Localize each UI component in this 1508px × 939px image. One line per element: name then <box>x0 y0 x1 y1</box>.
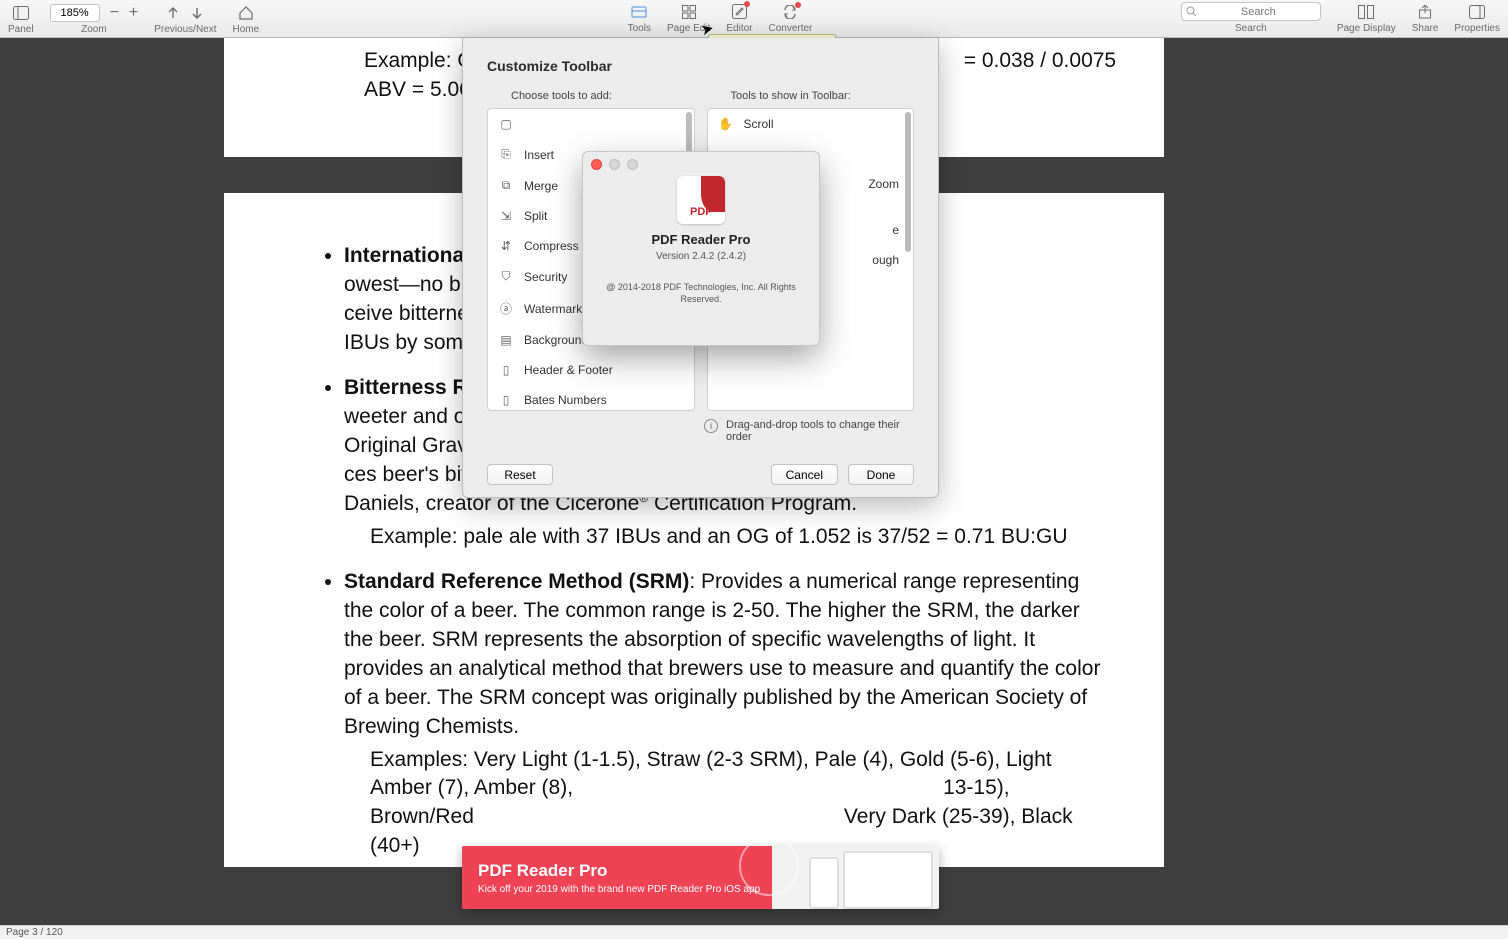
search-input[interactable] <box>1201 6 1316 18</box>
promo-decor <box>739 836 799 896</box>
promo-title: PDF Reader Pro <box>478 861 760 881</box>
properties-label: Properties <box>1454 23 1500 34</box>
zoom-label: Zoom <box>81 24 107 35</box>
converter-group[interactable]: Converter <box>760 2 820 36</box>
share-group[interactable]: Share <box>1404 2 1447 36</box>
zoom-in-button[interactable]: + <box>129 4 138 22</box>
panel-group[interactable]: Panel <box>0 0 42 37</box>
home-label: Home <box>233 24 260 35</box>
reset-button[interactable]: Reset <box>487 464 553 485</box>
tools-group[interactable]: Tools <box>620 2 659 36</box>
list-item[interactable]: ✋Scroll <box>708 109 914 139</box>
home-group[interactable]: Home <box>225 0 268 37</box>
promo-banner[interactable]: PDF Reader Pro Kick off your 2019 with t… <box>462 846 939 909</box>
dialog-title: Customize Toolbar <box>487 58 938 74</box>
page-indicator: Page 3 / 120 <box>6 927 63 938</box>
properties-group[interactable]: Properties <box>1446 2 1508 36</box>
converter-label: Converter <box>768 23 812 34</box>
page-display-label: Page Display <box>1337 23 1396 34</box>
converter-icon <box>782 5 798 19</box>
main-toolbar: Panel − + Zoom Previous/Next Home Tools … <box>0 0 1508 38</box>
panel-icon <box>13 6 29 20</box>
zoom-input[interactable] <box>50 4 100 22</box>
list-item: Standard Reference Method (SRM): Provide… <box>344 568 1104 862</box>
show-label: Tools to show in Toolbar: <box>731 90 851 102</box>
tablet-mockup-icon <box>843 851 933 909</box>
promo-mockups <box>809 851 933 909</box>
search-icon <box>1186 6 1197 17</box>
share-label: Share <box>1412 23 1439 34</box>
zoom-group: − + Zoom <box>42 0 147 37</box>
bates-icon: ▯ <box>498 393 514 407</box>
share-icon <box>1418 5 1432 19</box>
choose-label: Choose tools to add: <box>511 90 612 102</box>
example-text: Examples: Very Light (1-1.5), Straw (2-3… <box>370 746 1104 862</box>
search-group: Search <box>1173 2 1329 36</box>
list-item[interactable]: ▢ <box>488 109 694 139</box>
promo-text: PDF Reader Pro Kick off your 2019 with t… <box>478 861 760 895</box>
minimize-icon <box>609 159 620 170</box>
tool-icon: ▢ <box>498 117 514 131</box>
app-logo: PDF <box>677 176 725 224</box>
page-display-icon <box>1358 5 1374 19</box>
editor-label: Editor <box>726 23 752 34</box>
editor-group[interactable]: Editor <box>718 2 760 36</box>
copyright: @ 2014-2018 PDF Technologies, Inc. All R… <box>583 282 819 305</box>
previous-icon[interactable] <box>166 6 180 20</box>
promo-sub: Kick off your 2019 with the brand new PD… <box>478 884 760 895</box>
status-bar: Page 3 / 120 <box>0 925 1508 939</box>
hint-text: i Drag-and-drop tools to change their or… <box>704 419 914 443</box>
tools-label: Tools <box>628 23 651 34</box>
page-display-group[interactable]: Page Display <box>1329 2 1404 36</box>
logo-text: PDF <box>677 206 725 218</box>
zoom-window-icon <box>627 159 638 170</box>
done-button[interactable]: Done <box>848 464 914 485</box>
phone-mockup-icon <box>809 857 839 909</box>
editor-icon <box>732 4 747 19</box>
list-item[interactable]: ▯Bates Numbers <box>488 385 694 410</box>
prev-next-label: Previous/Next <box>154 24 216 35</box>
watermark-icon: ⓐ <box>498 300 514 317</box>
tools-icon <box>631 6 647 18</box>
about-dialog: PDF PDF Reader Pro Version 2.4.2 (2.4.2)… <box>582 151 820 346</box>
list-item[interactable]: ▯Header & Footer <box>488 355 694 385</box>
merge-icon: ⧉ <box>498 178 514 193</box>
split-icon: ⇲ <box>498 209 514 223</box>
properties-icon <box>1469 5 1485 19</box>
security-icon: ⛉ <box>498 269 514 284</box>
close-icon[interactable] <box>591 159 602 170</box>
search-label: Search <box>1235 23 1267 34</box>
insert-icon: ⎘ <box>498 147 514 162</box>
example-text: Example: pale ale with 37 IBUs and an OG… <box>370 523 1104 552</box>
background-icon: ▤ <box>498 333 514 347</box>
prev-next-group: Previous/Next <box>146 0 224 37</box>
search-field-wrap[interactable] <box>1181 2 1321 21</box>
app-version: Version 2.4.2 (2.4.2) <box>583 251 819 262</box>
info-icon: i <box>704 419 718 433</box>
notification-dot <box>795 2 801 8</box>
next-icon[interactable] <box>190 6 204 20</box>
home-icon <box>238 6 254 20</box>
window-controls <box>591 159 638 170</box>
header-footer-icon: ▯ <box>498 363 514 377</box>
scrollbar[interactable] <box>905 112 911 252</box>
page-edit-icon <box>682 5 696 19</box>
app-name: PDF Reader Pro <box>583 232 819 247</box>
notification-dot <box>744 1 750 7</box>
scroll-icon: ✋ <box>718 117 734 131</box>
compress-icon: ⇵ <box>498 239 514 253</box>
zoom-out-button[interactable]: − <box>110 4 119 22</box>
cancel-button[interactable]: Cancel <box>771 464 838 485</box>
panel-label: Panel <box>8 24 34 35</box>
